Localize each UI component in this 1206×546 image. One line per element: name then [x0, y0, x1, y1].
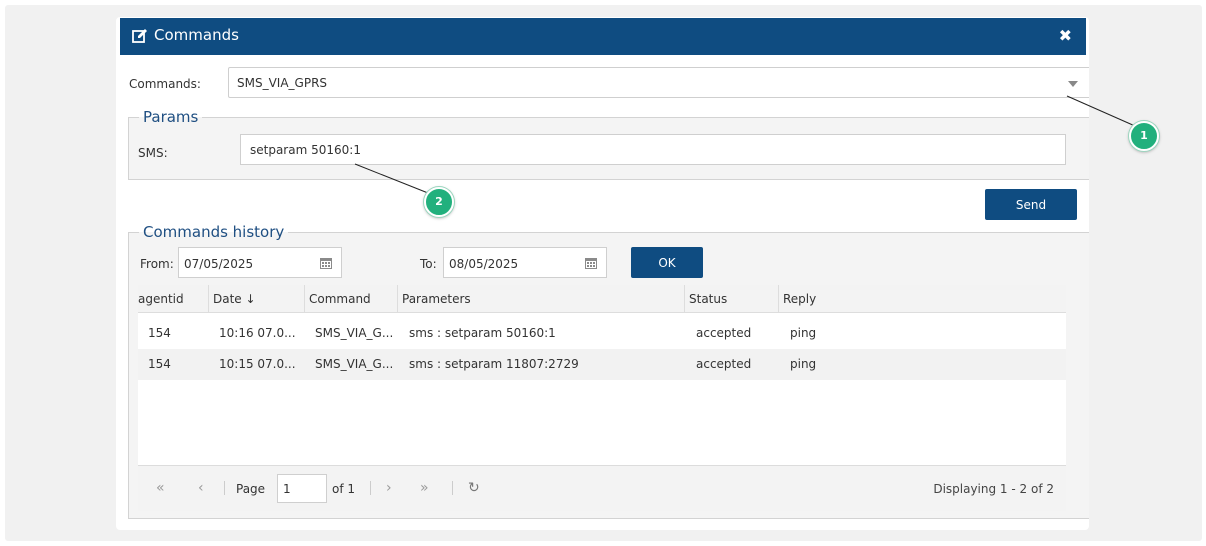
chevron-down-icon[interactable] [1068, 81, 1078, 87]
callout-badge-2: 2 [424, 187, 454, 217]
commands-label: Commands: [129, 77, 201, 91]
cell-status: accepted [696, 326, 752, 340]
from-label: From: [140, 257, 174, 271]
commands-select-value: SMS_VIA_GPRS [237, 76, 328, 90]
commands-select[interactable]: SMS_VIA_GPRS [228, 67, 1089, 98]
pager-divider [452, 481, 453, 495]
close-icon[interactable]: ✖ [1059, 26, 1072, 45]
edit-icon [132, 29, 147, 43]
first-page-icon[interactable]: « [156, 480, 165, 496]
commands-window: Commands ✖ Commands: SMS_VIA_GPRS Params… [116, 17, 1089, 530]
page-count-label: of 1 [332, 482, 356, 496]
page-label: Page [236, 482, 266, 496]
to-date-value: 08/05/2025 [449, 257, 519, 271]
cell-parameters: sms : setparam 50160:1 [409, 326, 556, 340]
cell-date: 10:15 07.0... [219, 357, 296, 371]
column-header-date[interactable]: Date ↓ [208, 285, 304, 313]
cell-reply: ping [790, 326, 817, 340]
next-page-icon[interactable]: › [386, 480, 392, 496]
to-label: To: [420, 257, 437, 271]
column-header-parameters[interactable]: Parameters [397, 285, 684, 313]
table-row[interactable]: 154 10:15 07.0... SMS_VIA_G... sms : set… [138, 349, 1066, 380]
window-title: Commands [154, 26, 239, 44]
sms-label: SMS: [138, 146, 168, 160]
cell-agentid: 154 [148, 357, 171, 371]
send-button[interactable]: Send [985, 189, 1077, 220]
column-header-agentid[interactable]: agentid [138, 285, 208, 313]
column-header-command[interactable]: Command [304, 285, 397, 313]
from-date-value: 07/05/2025 [184, 257, 254, 271]
refresh-icon[interactable]: ↻ [468, 480, 480, 496]
last-page-icon[interactable]: » [420, 480, 429, 496]
ok-button[interactable]: OK [631, 247, 703, 278]
pager-divider [224, 481, 225, 495]
cell-parameters: sms : setparam 11807:2729 [409, 357, 579, 371]
cell-status: accepted [696, 357, 752, 371]
cell-reply: ping [790, 357, 817, 371]
to-date-field[interactable]: 08/05/2025 [443, 247, 607, 278]
prev-page-icon[interactable]: ‹ [198, 480, 204, 496]
from-date-field[interactable]: 07/05/2025 [178, 247, 342, 278]
cell-agentid: 154 [148, 326, 171, 340]
params-legend: Params [143, 108, 199, 126]
cell-date: 10:16 07.0... [219, 326, 296, 340]
cell-command: SMS_VIA_G... [315, 326, 394, 340]
calendar-icon[interactable] [319, 256, 333, 270]
callout-badge-1: 1 [1129, 121, 1159, 151]
window-titlebar: Commands ✖ [120, 18, 1086, 55]
column-header-status[interactable]: Status [684, 285, 778, 313]
page-number-input[interactable] [277, 474, 327, 503]
table-row[interactable]: 154 10:16 07.0... SMS_VIA_G... sms : set… [138, 318, 1066, 349]
grid-header: agentid Date ↓ Command Parameters Status… [138, 285, 1066, 313]
calendar-icon[interactable] [584, 256, 598, 270]
history-legend: Commands history [143, 223, 285, 241]
cell-command: SMS_VIA_G... [315, 357, 394, 371]
pager-divider [370, 481, 371, 495]
sms-input[interactable] [240, 134, 1066, 165]
pagination-toolbar: « ‹ Page of 1 › » ↻ Displaying 1 - 2 of … [138, 465, 1066, 511]
displaying-count: Displaying 1 - 2 of 2 [933, 482, 1054, 496]
column-header-reply[interactable]: Reply [778, 285, 1066, 313]
